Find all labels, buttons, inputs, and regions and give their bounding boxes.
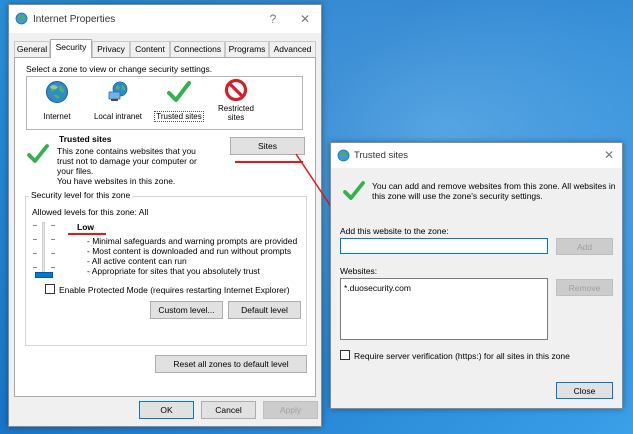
- slider-tick: [51, 225, 55, 226]
- level-bullet-2: - Most content is downloaded and run wit…: [87, 246, 292, 256]
- level-bullet-4: - Appropriate for sites that you absolut…: [87, 266, 260, 276]
- allowed-levels-text: Allowed levels for this zone: All: [32, 207, 149, 217]
- zone-info-line-2: trust not to damage your computer or: [57, 156, 197, 166]
- trusted-sites-dialog: Trusted sites ✕ You can add and remove w…: [330, 142, 623, 409]
- slider-tick: [33, 267, 37, 268]
- internet-properties-window: Internet Properties ? ✕ General Security…: [8, 4, 322, 427]
- slider-thumb[interactable]: [35, 272, 53, 278]
- zone-info-title: Trusted sites: [59, 134, 112, 144]
- websites-list[interactable]: *.duosecurity.com: [340, 278, 548, 340]
- zone-local-intranet-label: Local intranet: [93, 112, 143, 121]
- require-verification-checkbox[interactable]: [340, 350, 350, 360]
- help-button[interactable]: ?: [265, 12, 281, 26]
- add-website-input[interactable]: [340, 238, 548, 254]
- tab-privacy[interactable]: Privacy: [92, 41, 130, 57]
- add-website-label: Add this website to the zone:: [340, 226, 449, 236]
- level-bullet-1: - Minimal safeguards and warning prompts…: [87, 236, 298, 246]
- zone-restricted-sites[interactable]: Restricted sites: [211, 78, 269, 129]
- zone-internet[interactable]: Internet: [28, 79, 86, 129]
- default-level-button[interactable]: Default level: [228, 301, 301, 319]
- slider-tick: [51, 239, 55, 240]
- checkmark-icon: [343, 180, 365, 204]
- dialog-title: Trusted sites: [354, 150, 409, 161]
- window-title: Internet Properties: [33, 14, 116, 25]
- trusted-sites-check-icon: [27, 143, 49, 167]
- slider-track: [42, 222, 45, 278]
- apply-button[interactable]: Apply: [263, 401, 318, 419]
- zone-info-line-4: You have websites in this zone.: [57, 176, 176, 186]
- zone-trusted-sites[interactable]: Trusted sites: [150, 79, 208, 129]
- custom-level-button[interactable]: Custom level...: [150, 301, 223, 319]
- slider-tick: [33, 225, 37, 226]
- dialog-close-x[interactable]: ✕: [601, 148, 617, 162]
- tab-connections[interactable]: Connections: [170, 41, 225, 57]
- close-button[interactable]: Close: [556, 382, 613, 399]
- tab-general[interactable]: General: [14, 41, 50, 57]
- title-bar[interactable]: Internet Properties ? ✕: [9, 5, 321, 33]
- zone-local-intranet[interactable]: Local intranet: [89, 79, 147, 129]
- window-client-area: General Security Privacy Content Connect…: [9, 33, 321, 426]
- ie-globe-icon: [337, 149, 350, 164]
- zone-prompt: Select a zone to view or change security…: [26, 64, 213, 74]
- globe-icon: [45, 80, 69, 106]
- zone-info-line-1: This zone contains websites that you: [57, 146, 196, 156]
- dialog-info-line-1: You can add and remove websites from thi…: [372, 181, 616, 191]
- add-button[interactable]: Add: [556, 238, 613, 255]
- slider-tick: [33, 239, 37, 240]
- zone-internet-label: Internet: [43, 112, 71, 121]
- cancel-button[interactable]: Cancel: [201, 401, 256, 419]
- tab-advanced[interactable]: Advanced: [269, 41, 316, 57]
- zone-restricted-sites-label: Restricted sites: [217, 104, 254, 122]
- zone-trusted-sites-label: Trusted sites: [154, 111, 204, 122]
- zone-info-line-3: your files.: [57, 166, 94, 176]
- protected-mode-label[interactable]: Enable Protected Mode (requires restarti…: [59, 285, 290, 295]
- network-icon: [106, 80, 130, 106]
- tab-content[interactable]: Content: [130, 41, 170, 57]
- require-verification-label[interactable]: Require server verification (https:) for…: [354, 351, 570, 361]
- remove-button[interactable]: Remove: [556, 279, 613, 296]
- dialog-title-bar[interactable]: Trusted sites ✕: [331, 143, 622, 168]
- slider-tick: [51, 267, 55, 268]
- slider-tick: [51, 253, 55, 254]
- dialog-info-line-2: this zone will use the zone's security s…: [372, 191, 543, 201]
- security-level-title: Security level for this zone: [29, 190, 133, 200]
- list-item[interactable]: *.duosecurity.com: [344, 283, 411, 293]
- security-level-name: Low: [77, 222, 94, 232]
- tab-programs[interactable]: Programs: [225, 41, 269, 57]
- protected-mode-checkbox[interactable]: [45, 284, 55, 294]
- dialog-client-area: You can add and remove websites from thi…: [331, 168, 622, 408]
- no-entry-icon: [224, 78, 248, 104]
- checkmark-icon: [166, 80, 192, 106]
- websites-label: Websites:: [340, 266, 378, 276]
- close-button[interactable]: ✕: [297, 12, 313, 26]
- ie-globe-icon: [15, 12, 28, 27]
- zone-list: Internet Local intranet Trusted sites Re…: [26, 76, 303, 130]
- security-tab-panel: Select a zone to view or change security…: [14, 57, 316, 397]
- reset-all-zones-button[interactable]: Reset all zones to default level: [155, 355, 307, 373]
- level-bullet-3: - All active content can run: [87, 256, 187, 266]
- ok-button[interactable]: OK: [139, 401, 194, 419]
- security-level-slider[interactable]: [31, 222, 57, 280]
- tab-security[interactable]: Security: [50, 39, 92, 58]
- slider-tick: [33, 253, 37, 254]
- low-annotation-underline: [68, 233, 106, 235]
